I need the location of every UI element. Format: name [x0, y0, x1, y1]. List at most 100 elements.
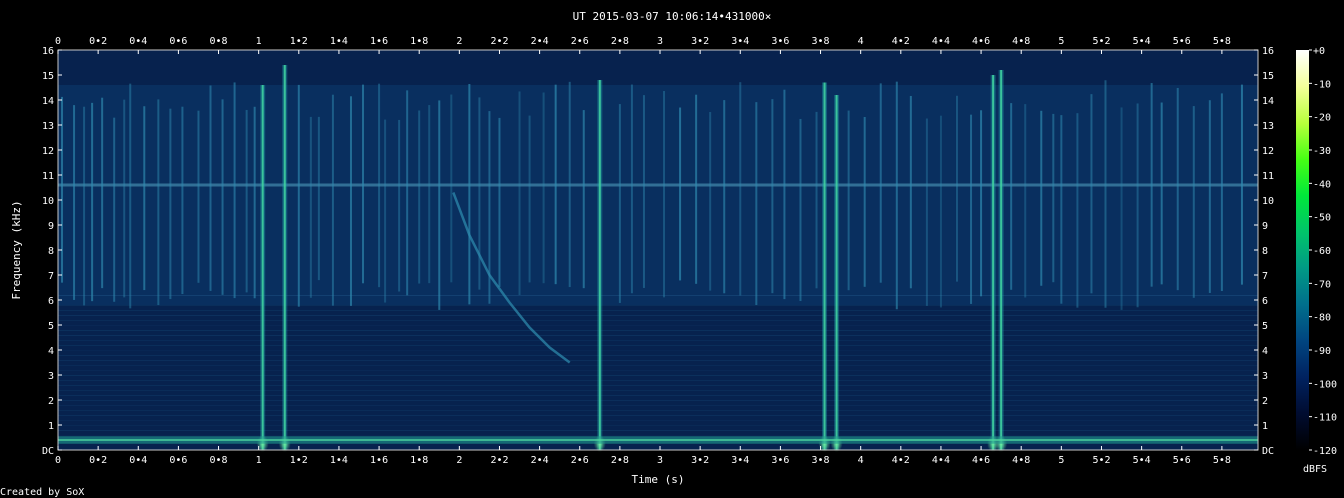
x-tick-label-bottom: 3•4: [731, 455, 749, 466]
low-band-striation: [58, 310, 1258, 311]
weak-impulse: [783, 89, 786, 300]
weak-impulse: [428, 105, 431, 284]
y-tick-label-right: 15: [1262, 71, 1274, 82]
weak-impulse: [1240, 84, 1243, 285]
weak-impulse: [233, 82, 236, 299]
spectrogram-chart: UT 2015-03-07 10:06:14•431000× 0 0 0•2 0•2 0…: [0, 10, 1337, 498]
x-tick-label-top: 1•2: [290, 36, 308, 47]
weak-impulse: [815, 111, 818, 289]
weak-impulse: [181, 106, 184, 295]
y-tick-label-left: 2: [48, 396, 54, 407]
x-tick-label-top: 3: [657, 36, 663, 47]
chart-title: UT 2015-03-07 10:06:14•431000×: [573, 10, 772, 23]
y-tick-label-left: 8: [48, 246, 54, 257]
weak-impulse: [450, 94, 453, 283]
x-tick-label-top: 3•6: [771, 36, 789, 47]
weak-impulse: [723, 100, 726, 294]
x-tick-label-top: 5: [1058, 36, 1064, 47]
x-tick-label-bottom: 3•2: [691, 455, 709, 466]
low-band-striation: [58, 430, 1258, 431]
colorbar-tick-label: -70: [1313, 279, 1331, 290]
y-tick-label-left: 14: [42, 96, 54, 107]
x-tick-label-bottom: 1: [256, 455, 262, 466]
y-tick-label-left: 12: [42, 146, 54, 157]
weak-impulse: [378, 83, 381, 288]
low-band-striation: [58, 340, 1258, 341]
colorbar-tick-label: +0: [1313, 46, 1325, 57]
x-tick-label-top: 1: [256, 36, 262, 47]
x-tick-label-bottom: 4•8: [1012, 455, 1030, 466]
x-tick-label-bottom: 1•8: [410, 455, 428, 466]
weak-impulse: [221, 99, 224, 295]
y-tick-label-right: 2: [1262, 396, 1268, 407]
low-band-striation: [58, 395, 1258, 396]
x-tick-label-top: 5•8: [1213, 36, 1231, 47]
x-tick-label-bottom: 0•8: [210, 455, 228, 466]
colorbar-tick-label: -20: [1313, 113, 1331, 124]
y-tick-label-right: 16: [1262, 46, 1274, 57]
weak-impulse: [73, 105, 76, 300]
weak-impulse: [498, 117, 501, 287]
y-tick-label-left: 6: [48, 296, 54, 307]
x-tick-label-bottom: 1•6: [370, 455, 388, 466]
x-tick-label-bottom: 3: [657, 455, 663, 466]
x-tick-label-top: 0•6: [169, 36, 187, 47]
weak-impulse: [468, 83, 471, 305]
colorbar-tick-label: -30: [1313, 146, 1331, 157]
weak-impulse: [582, 110, 585, 289]
x-tick-label-bottom: 1•4: [330, 455, 348, 466]
y-axis-label: Frequency (kHz): [10, 200, 23, 299]
x-tick-label-bottom: 4: [858, 455, 864, 466]
y-tick-label-left: 1: [48, 421, 54, 432]
weak-impulse: [970, 114, 973, 304]
x-tick-label-top: 3•8: [812, 36, 830, 47]
y-tick-label-right: 10: [1262, 196, 1274, 207]
y-tick-label-left: 16: [42, 46, 54, 57]
plot-area: [58, 50, 1258, 452]
y-tick-label-right: 3: [1262, 371, 1268, 382]
y-tick-label-left: 4: [48, 346, 54, 357]
x-tick-label-top: 0•2: [89, 36, 107, 47]
colorbar-unit-label: dBFS: [1303, 464, 1327, 475]
x-tick-label-top: 3•2: [691, 36, 709, 47]
low-hum-line: [58, 439, 1258, 441]
weak-impulse: [245, 109, 248, 293]
x-tick-label-bottom: 0•4: [129, 455, 147, 466]
y-tick-label-right: 12: [1262, 146, 1274, 157]
weak-impulse: [909, 95, 912, 289]
low-band-striation: [58, 350, 1258, 351]
weak-impulse: [157, 99, 160, 306]
weak-impulse: [955, 95, 958, 282]
x-tick-label-top: 1•8: [410, 36, 428, 47]
y-tick-label-left: DC: [42, 446, 54, 457]
y-tick-label-right: 6: [1262, 296, 1268, 307]
x-tick-label-top: 2•4: [531, 36, 549, 47]
weak-impulse: [1010, 103, 1013, 290]
x-tick-label-top: 2•6: [571, 36, 589, 47]
weak-impulse: [384, 119, 387, 303]
low-band-striation: [58, 390, 1258, 391]
x-tick-label-bottom: 3•8: [812, 455, 830, 466]
colorbar-tick-label: -80: [1313, 313, 1331, 324]
strong-impulse: [835, 95, 838, 450]
low-band-striation: [58, 365, 1258, 366]
low-band-striation: [58, 410, 1258, 411]
weak-impulse: [317, 116, 320, 281]
low-band-striation: [58, 375, 1258, 376]
x-tick-label-bottom: 0•2: [89, 455, 107, 466]
weak-impulse: [542, 92, 545, 284]
weak-impulse: [642, 95, 645, 288]
weak-impulse: [1076, 113, 1079, 308]
x-tick-label-top: 2•8: [611, 36, 629, 47]
x-tick-label-top: 5•4: [1133, 36, 1151, 47]
weak-impulse: [771, 99, 774, 294]
strong-impulse: [992, 75, 995, 450]
x-tick-label-bottom: 4•2: [892, 455, 910, 466]
strong-impulse: [823, 82, 826, 450]
weak-impulse: [362, 84, 365, 284]
low-band-striation: [58, 315, 1258, 316]
weak-impulse: [1208, 100, 1211, 293]
weak-impulse: [925, 118, 928, 306]
strong-impulse: [598, 80, 601, 450]
weak-impulse: [1136, 103, 1139, 308]
